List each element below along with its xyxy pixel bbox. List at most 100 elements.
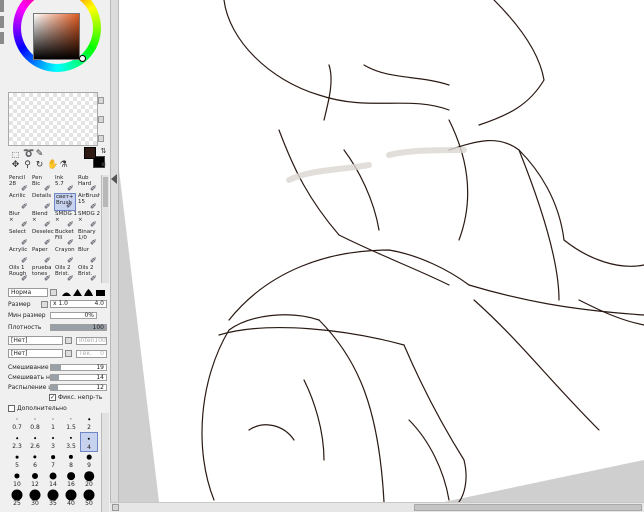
brush-size-option[interactable]: 2.6: [26, 432, 44, 452]
brush-slot[interactable]: Ink 5.7 ✐: [54, 175, 76, 193]
brush-slot[interactable]: Blur × ✐: [8, 211, 30, 229]
swap-colors-icon[interactable]: ⇅: [99, 147, 108, 156]
color-picker-cursor[interactable]: [79, 55, 86, 62]
rotate-icon[interactable]: ↻: [35, 161, 44, 170]
brush-size-option[interactable]: 0.7: [8, 413, 26, 433]
brush-shape-flat-icon[interactable]: [73, 289, 82, 296]
hand-icon[interactable]: ✋: [47, 161, 58, 170]
brush-size-option[interactable]: 40: [62, 489, 80, 509]
move-icon[interactable]: ✥: [11, 161, 20, 170]
panel-tab[interactable]: [0, 0, 4, 12]
brush-slot[interactable]: Pencil 28 ✐: [8, 175, 30, 193]
horizontal-scrollbar[interactable]: [110, 502, 644, 512]
persistence-slider[interactable]: 12: [50, 384, 107, 391]
panel-tab[interactable]: [0, 32, 4, 44]
brush-size-option[interactable]: 2: [80, 413, 98, 433]
collapse-arrow-icon[interactable]: [111, 174, 117, 184]
brush-slot[interactable]: Deselect ✐: [31, 229, 54, 247]
blend-mode-select[interactable]: Норма: [8, 288, 48, 297]
brush-slot[interactable]: prueba tones ✐: [31, 265, 53, 283]
brush-slot[interactable]: Bucket Fill ✐: [54, 229, 76, 247]
brush-size-option[interactable]: 1.5: [62, 413, 80, 433]
scroll-left-button[interactable]: [112, 504, 119, 511]
brush-slot[interactable]: Acrilic ✐: [8, 193, 30, 211]
brush-size-option[interactable]: 2.3: [8, 432, 26, 452]
eyedropper-icon[interactable]: ⚗: [59, 161, 68, 170]
brush-slot[interactable]: SMDG 2 × ✐: [77, 211, 100, 229]
panel-tab[interactable]: [0, 16, 4, 28]
drawing-canvas[interactable]: [119, 0, 644, 502]
panel-divider[interactable]: [110, 0, 119, 512]
brush-size-option[interactable]: 35: [44, 489, 62, 509]
saturation-value-box[interactable]: [33, 13, 80, 60]
reset-colors-icon[interactable]: ▪: [99, 160, 108, 169]
brush-slot[interactable]: Blur ✐: [77, 247, 99, 265]
paper-texture-field[interactable]: Тек. 0: [76, 350, 107, 358]
color-wheel[interactable]: [8, 0, 104, 76]
brush-size-option[interactable]: 12: [26, 470, 44, 490]
blending-slider[interactable]: 19: [50, 364, 107, 371]
brush-slot[interactable]: Oils 2 Brist. ✐: [77, 265, 99, 283]
size-lock-button[interactable]: [41, 301, 48, 308]
brush-size-option[interactable]: 10: [8, 470, 26, 490]
brush-size-option[interactable]: 0.8: [26, 413, 44, 433]
brush-shape-round-icon[interactable]: [62, 289, 71, 296]
brush-size-option[interactable]: 25: [8, 489, 26, 509]
brush-size-option[interactable]: 5: [8, 451, 26, 471]
keep-opacity-checkbox[interactable]: ✓: [49, 394, 56, 401]
brush-slot[interactable]: Pen Bic ✐: [31, 175, 53, 193]
brush-size-scrollbar[interactable]: [101, 413, 109, 512]
brush-slot[interactable]: Crayon ✐: [54, 247, 76, 265]
primary-color-swatch[interactable]: [84, 147, 96, 159]
texture-intensity-field[interactable]: Inten100: [76, 337, 107, 345]
brush-slot[interactable]: Select ✐: [8, 229, 30, 247]
lasso-icon[interactable]: ➰: [23, 150, 34, 159]
advanced-checkbox[interactable]: [8, 405, 15, 412]
scratch-scroll-up[interactable]: [98, 97, 104, 104]
magic-wand-icon[interactable]: ✎: [35, 150, 44, 159]
horizontal-scroll-thumb[interactable]: [414, 504, 642, 511]
brush-size-option[interactable]: 1: [44, 413, 62, 433]
brush-size-option[interactable]: 14: [44, 470, 62, 490]
size-field[interactable]: x 1.0 4.0: [50, 300, 107, 308]
brush-size-option[interactable]: 3.5: [62, 432, 80, 452]
min-size-slider[interactable]: 0%: [50, 312, 97, 319]
brush-slot[interactable]: Blend × ✐: [31, 211, 53, 229]
dilution-slider[interactable]: 14: [50, 374, 107, 381]
zoom-icon[interactable]: ⚲: [23, 161, 32, 170]
brush-size-option[interactable]: 6: [26, 451, 44, 471]
brush-size-option[interactable]: 30: [26, 489, 44, 509]
brush-size-option[interactable]: 8: [62, 451, 80, 471]
brush-slot[interactable]: Acrylic ✐: [8, 247, 30, 265]
brush-size-option[interactable]: 20: [80, 470, 98, 490]
brush-size-option[interactable]: 16: [62, 470, 80, 490]
brush-size-option[interactable]: 50: [80, 489, 98, 509]
brush-slot[interactable]: AirBrush 15 ✐: [77, 193, 100, 211]
brush-size-option[interactable]: 3: [44, 432, 62, 452]
brush-slot[interactable]: Rub Hard ✐: [77, 175, 99, 193]
brush-slot[interactable]: Paper ✐: [31, 247, 53, 265]
density-slider[interactable]: 100: [50, 324, 107, 331]
brush-slot[interactable]: Binary 1/0 ✐: [77, 229, 99, 247]
texture-dropdown-button[interactable]: [65, 337, 72, 344]
scratch-scroll-down[interactable]: [98, 135, 104, 142]
brush-size-option[interactable]: 4: [80, 432, 98, 452]
brush-size-option[interactable]: 7: [44, 451, 62, 471]
scratch-scroll[interactable]: [98, 116, 104, 123]
brush-size-label: 20: [85, 481, 93, 488]
brush-size-option[interactable]: 9: [80, 451, 98, 471]
brush-slot[interactable]: Details ✐: [31, 193, 53, 211]
brush-slot[interactable]: Oils 2 Brist. ✐: [54, 265, 76, 283]
texture-select[interactable]: [Нет]: [8, 336, 63, 345]
brush-slot[interactable]: свет+ Brush ✐: [54, 193, 76, 211]
blend-mode-dropdown-button[interactable]: [50, 289, 57, 296]
brush-slot[interactable]: Oils 1 Rough ✐: [8, 265, 30, 283]
rect-select-icon[interactable]: ⬚: [11, 150, 20, 159]
brush-grid-scrollbar[interactable]: [101, 175, 109, 283]
brush-slot[interactable]: SMDG 1 × ✐: [54, 211, 77, 229]
brush-shape-triangle-icon[interactable]: [84, 289, 93, 296]
brush-shape-square-icon[interactable]: [96, 289, 105, 296]
paper-select[interactable]: [Нет]: [8, 349, 63, 358]
paper-dropdown-button[interactable]: [65, 350, 72, 357]
scratch-pad[interactable]: [8, 92, 98, 146]
